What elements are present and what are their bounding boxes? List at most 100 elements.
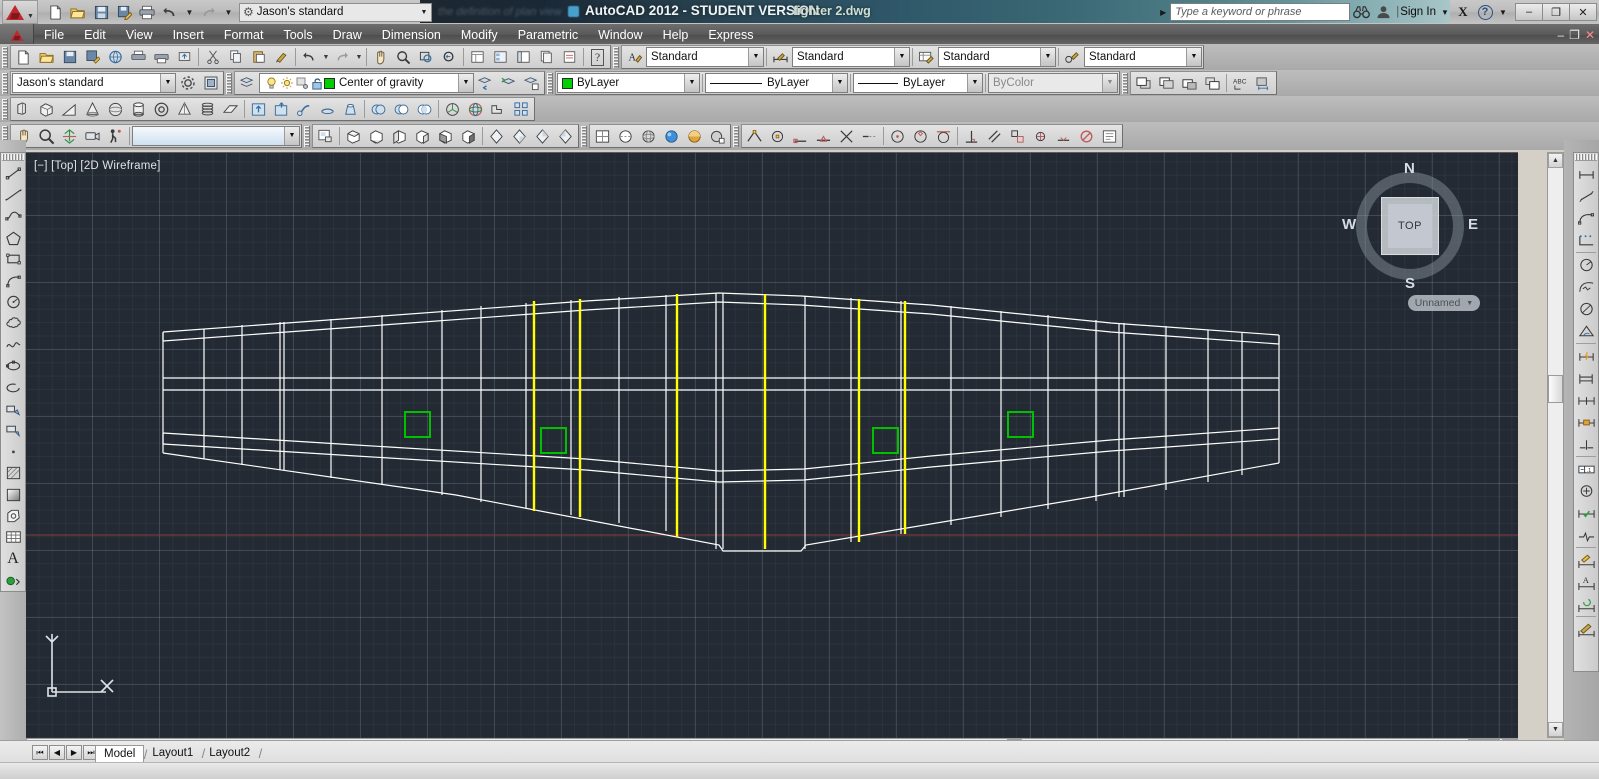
named-views-combo[interactable]: ▼	[132, 126, 300, 146]
jogged-linear-icon[interactable]	[1575, 524, 1598, 546]
toolbar-grip[interactable]	[1122, 72, 1128, 94]
search-input[interactable]: Type a keyword or phrase	[1170, 3, 1351, 21]
3d-align-icon[interactable]	[487, 98, 510, 120]
make-object-layer-current-icon[interactable]	[497, 72, 520, 94]
chevron-down-icon[interactable]: ▼	[458, 74, 473, 92]
chevron-down-icon[interactable]: ▼	[832, 74, 847, 92]
menu-app-button[interactable]	[0, 24, 34, 46]
scroll-up-button[interactable]: ▲	[1548, 153, 1563, 168]
revision-cloud-icon[interactable]	[2, 313, 25, 334]
paste-icon[interactable]	[247, 46, 270, 68]
conceptual-style-icon[interactable]	[683, 125, 706, 147]
toolbar-grip[interactable]	[226, 72, 232, 94]
scroll-down-button[interactable]: ▼	[1548, 722, 1563, 737]
bring-text-to-front-icon[interactable]: ABC	[1229, 72, 1252, 94]
left-view-icon[interactable]	[388, 125, 411, 147]
union-icon[interactable]	[367, 98, 390, 120]
temporary-track-point-icon[interactable]	[743, 125, 766, 147]
toolbar-grip[interactable]	[304, 125, 310, 147]
draworder-dimension-icon[interactable]	[1252, 72, 1275, 94]
chevron-down-icon[interactable]: ▼	[748, 48, 763, 66]
tab-next-button[interactable]: ▶	[66, 745, 82, 760]
open-icon[interactable]	[67, 2, 89, 23]
constrained-orbit-icon[interactable]	[58, 125, 81, 147]
view-cube[interactable]: TOP N S W E	[1342, 160, 1478, 292]
polysolid-icon[interactable]	[12, 98, 35, 120]
3d-wireframe-style-icon[interactable]	[637, 125, 660, 147]
designcenter-icon[interactable]	[489, 46, 512, 68]
toolbar-grip[interactable]	[2, 72, 8, 94]
send-to-back-icon[interactable]	[1155, 72, 1178, 94]
toolbar-grip[interactable]	[1575, 154, 1597, 161]
vertical-scroll-thumb[interactable]	[1548, 375, 1563, 403]
view-cube-face[interactable]: TOP	[1381, 197, 1439, 255]
chevron-down-icon[interactable]: ▼	[1186, 48, 1201, 66]
menu-item-dimension[interactable]: Dimension	[372, 24, 451, 46]
extrude-icon[interactable]	[247, 98, 270, 120]
sign-in-button[interactable]: Sign In	[1394, 6, 1438, 18]
redo-dropdown-icon[interactable]: ▼	[221, 8, 236, 17]
toolbar-grip[interactable]	[733, 125, 739, 147]
search-binoculars-icon[interactable]	[1350, 2, 1372, 22]
toolbar-grip[interactable]	[547, 72, 553, 94]
make-block-icon[interactable]	[2, 420, 25, 441]
redo-dd-icon[interactable]: ▼	[354, 46, 364, 68]
compass-north-label[interactable]: N	[1404, 160, 1415, 177]
help-button[interactable]: ?	[1474, 2, 1496, 22]
saveas-icon[interactable]	[113, 2, 135, 23]
toolbar-grip[interactable]	[2, 46, 8, 68]
bring-to-front-icon[interactable]	[1132, 72, 1155, 94]
print-icon[interactable]	[150, 46, 173, 68]
snap-tangent-icon[interactable]	[932, 125, 955, 147]
toolbar-grip[interactable]	[581, 125, 587, 147]
camera-icon[interactable]	[81, 125, 104, 147]
loft-icon[interactable]	[339, 98, 362, 120]
workspace-combo[interactable]: Jason's standard ▼	[12, 73, 176, 93]
right-view-icon[interactable]	[411, 125, 434, 147]
color-combo[interactable]: ByLayer ▼	[557, 73, 700, 93]
snap-from-icon[interactable]	[766, 125, 789, 147]
chevron-down-icon[interactable]: ▼	[894, 48, 909, 66]
snap-midpoint-icon[interactable]	[812, 125, 835, 147]
tool-palettes-icon[interactable]	[512, 46, 535, 68]
snap-center-icon[interactable]	[886, 125, 909, 147]
3d-move-icon[interactable]	[441, 98, 464, 120]
layer-states-manager-icon[interactable]	[520, 72, 543, 94]
doc-restore-button[interactable]: ❐	[1569, 28, 1580, 42]
snap-parallel-icon[interactable]	[983, 125, 1006, 147]
snap-perpendicular-icon[interactable]	[960, 125, 983, 147]
dimension-style-manager-icon[interactable]	[1575, 618, 1598, 640]
toolbar-grip[interactable]	[2, 98, 8, 120]
pyramid-icon[interactable]	[173, 98, 196, 120]
plot-preview-icon[interactable]	[127, 46, 150, 68]
jogged-dimension-icon[interactable]	[1575, 276, 1598, 298]
sweep-icon[interactable]	[293, 98, 316, 120]
menu-item-insert[interactable]: Insert	[163, 24, 214, 46]
inspection-dimension-icon[interactable]	[1575, 502, 1598, 524]
arc-icon[interactable]	[2, 270, 25, 291]
text-style-combo[interactable]: Standard ▼	[646, 47, 764, 67]
gradient-icon[interactable]	[2, 484, 25, 505]
front-view-icon[interactable]	[434, 125, 457, 147]
publish-icon[interactable]	[173, 46, 196, 68]
circle-icon[interactable]	[2, 291, 25, 312]
center-mark-icon[interactable]	[1575, 480, 1598, 502]
toolbar-grip[interactable]	[613, 46, 619, 68]
multiline-text-icon[interactable]: A	[2, 548, 25, 569]
infocenter-expand-icon[interactable]: ▶	[1156, 8, 1170, 17]
chevron-down-icon[interactable]: ▼	[417, 9, 431, 16]
zoom-window-icon[interactable]	[415, 46, 438, 68]
sheetset-manager-icon[interactable]	[535, 46, 558, 68]
undo-dropdown-icon[interactable]: ▼	[182, 8, 197, 17]
visual-styles-manager-icon[interactable]	[706, 125, 729, 147]
snap-nearest-icon[interactable]	[1052, 125, 1075, 147]
dimension-break-icon[interactable]	[1575, 433, 1598, 455]
minimize-button[interactable]: –	[1515, 3, 1543, 21]
qnew-icon[interactable]	[12, 46, 35, 68]
sw-isometric-icon[interactable]	[485, 125, 508, 147]
sphere-icon[interactable]	[104, 98, 127, 120]
layer-on-bulb-icon[interactable]	[264, 72, 279, 94]
help-dropdown-icon[interactable]: ▼	[1496, 8, 1510, 17]
ne-isometric-icon[interactable]	[531, 125, 554, 147]
helix-icon[interactable]	[196, 98, 219, 120]
